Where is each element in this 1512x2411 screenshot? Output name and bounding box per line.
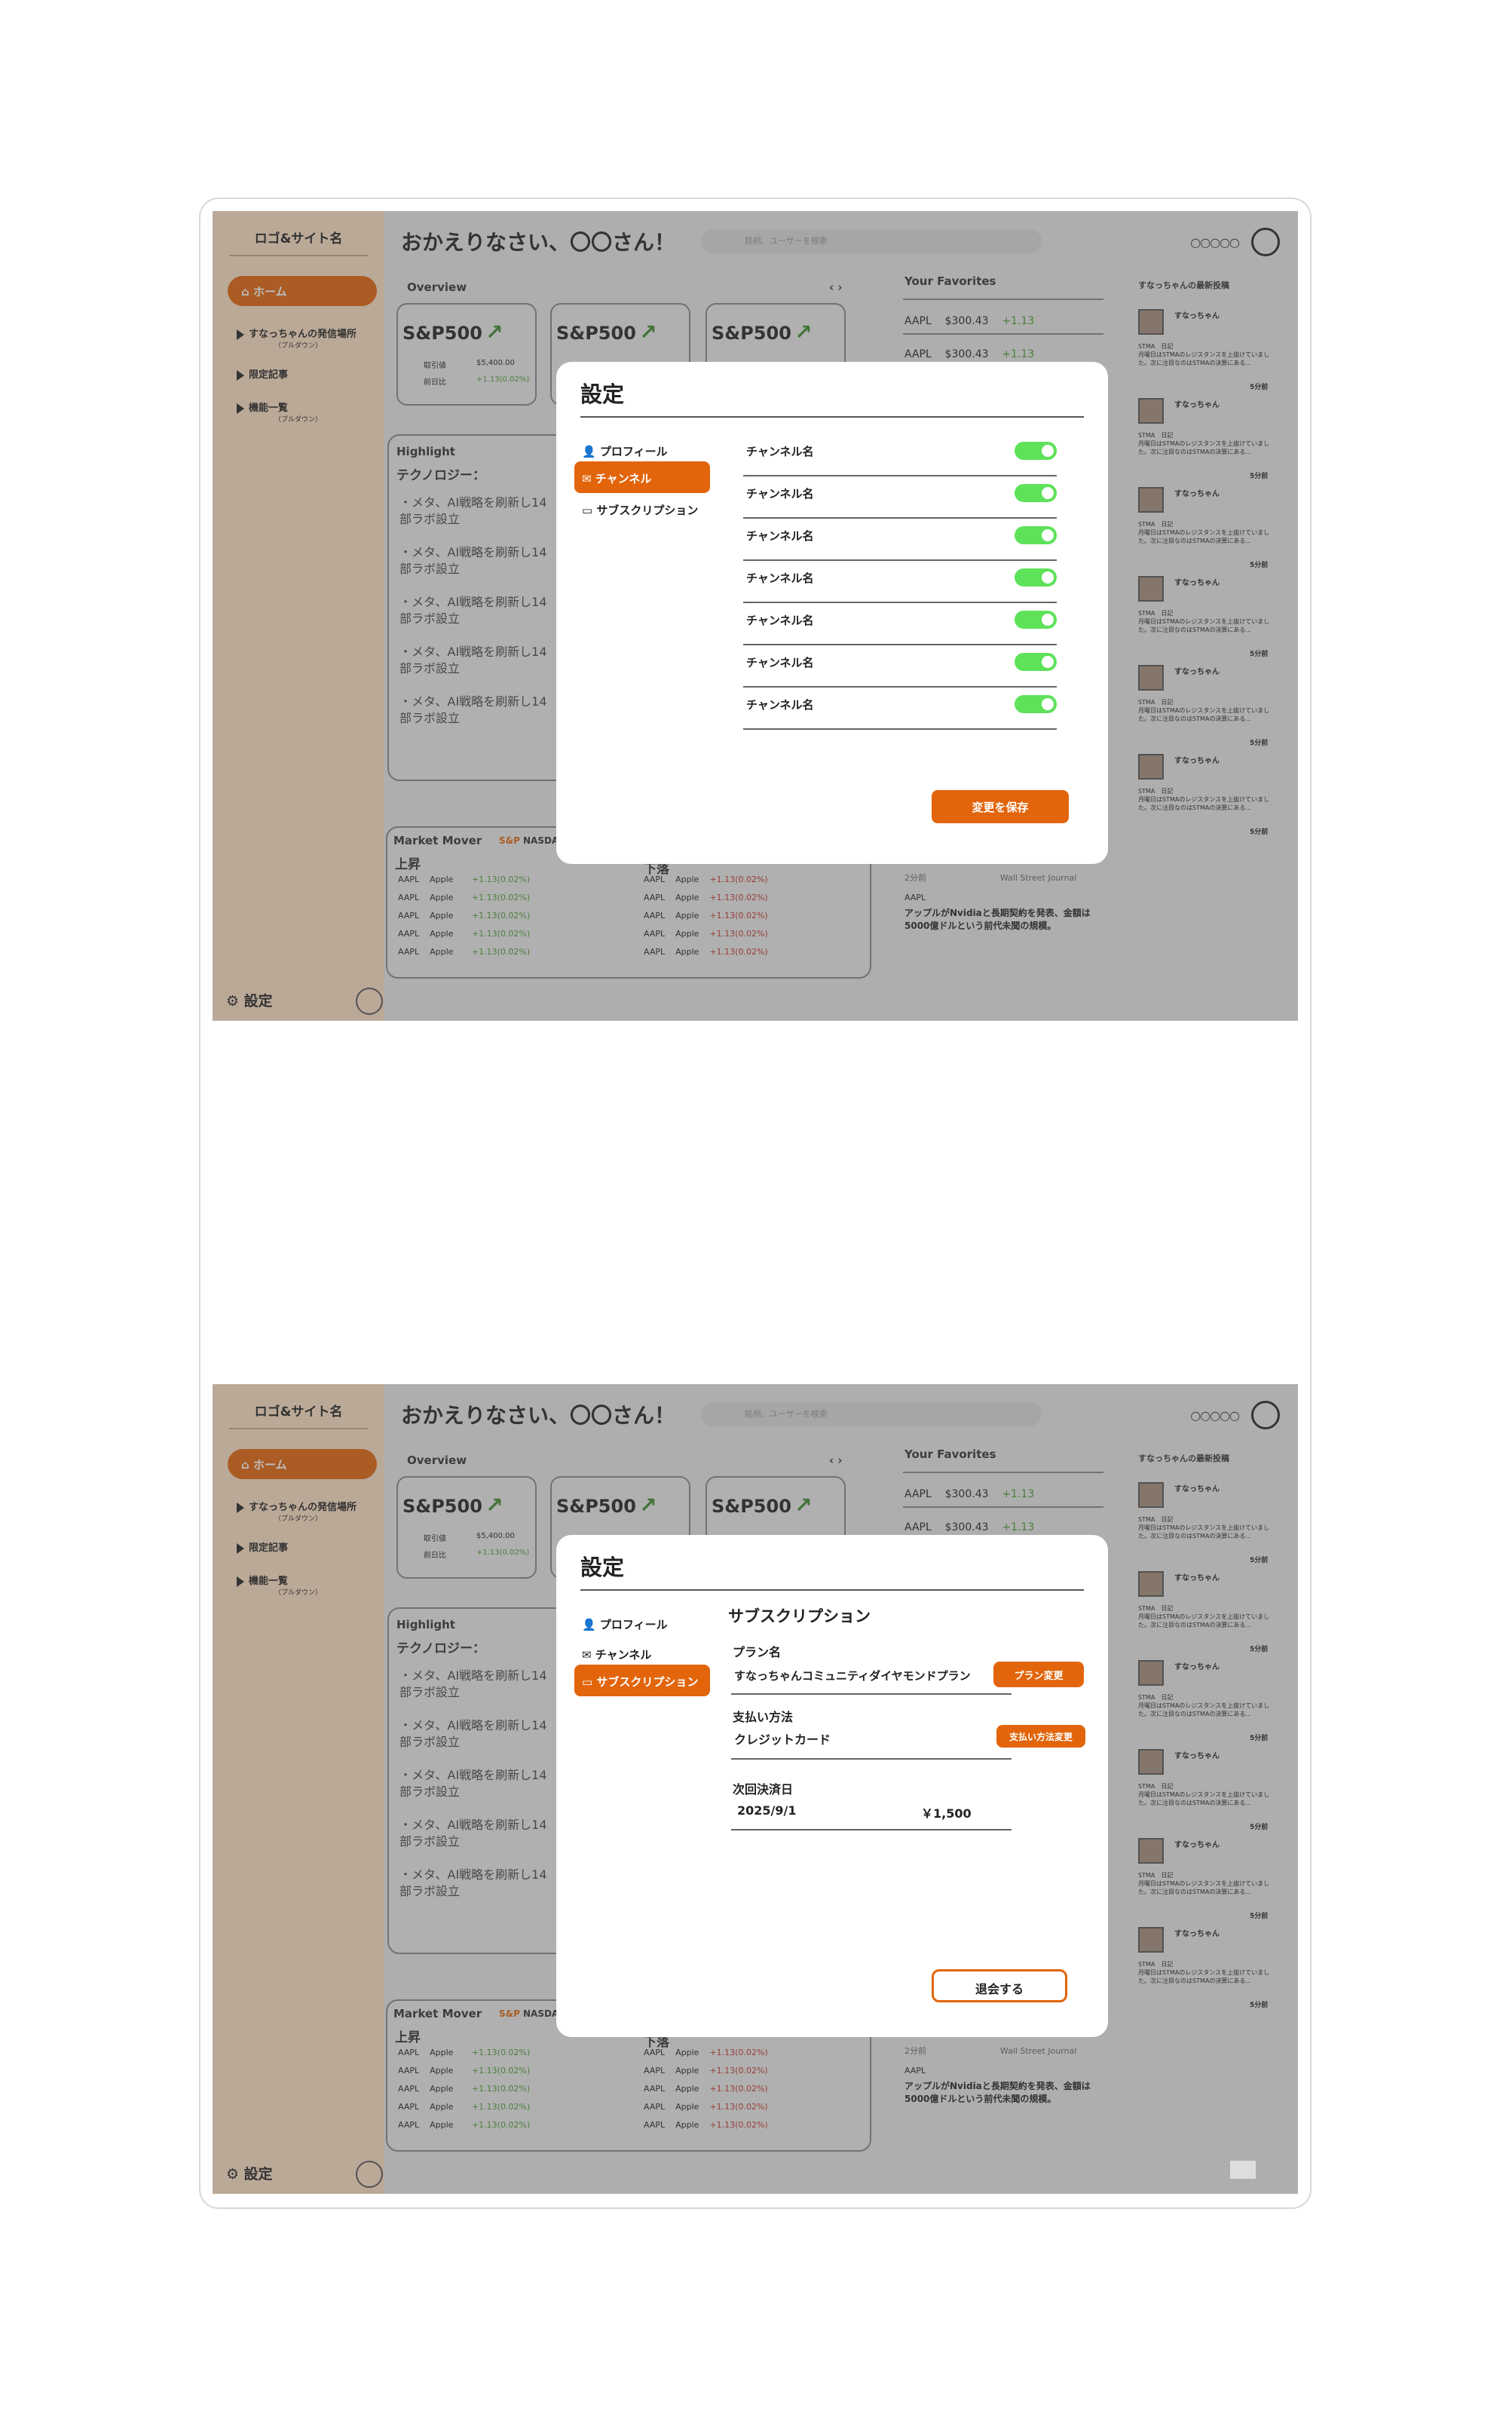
envelope-icon: ✉ bbox=[582, 472, 595, 486]
modal-title: 設定 bbox=[580, 381, 625, 407]
channel-toggle[interactable] bbox=[1015, 442, 1057, 460]
channel-name: チャンネル名 bbox=[746, 529, 814, 543]
channel-toggle[interactable] bbox=[1015, 526, 1057, 544]
channel-row: チャンネル名 bbox=[743, 645, 1057, 688]
screen-subscription-settings: ロゴ&サイト名 ⌂ ホーム すなっちゃんの発信場所 （プルダウン） 限定記事 機能… bbox=[213, 1384, 1298, 2194]
user-icon: 👤 bbox=[582, 1618, 600, 1631]
save-changes-button[interactable]: 変更を保存 bbox=[932, 790, 1069, 823]
channel-name: チャンネル名 bbox=[746, 487, 814, 501]
channel-row: チャンネル名 bbox=[743, 688, 1057, 730]
payment-label: 支払い方法 bbox=[733, 1710, 794, 1724]
channel-toggle[interactable] bbox=[1015, 695, 1057, 713]
card-icon: ▭ bbox=[582, 504, 597, 517]
nav-label: チャンネル bbox=[595, 472, 652, 486]
modal-title: 設定 bbox=[580, 1555, 625, 1580]
next-billing-date: 2025/9/1 bbox=[737, 1803, 797, 1818]
channel-row: チャンネル名 bbox=[743, 603, 1057, 645]
divider bbox=[580, 1589, 1084, 1591]
channel-toggle[interactable] bbox=[1015, 484, 1057, 502]
modal-nav-subscription[interactable]: ▭ サブスクリプション bbox=[574, 1665, 710, 1696]
channel-toggle[interactable] bbox=[1015, 653, 1057, 671]
channel-name: チャンネル名 bbox=[746, 698, 814, 712]
channel-toggle[interactable] bbox=[1015, 568, 1057, 587]
channel-row: チャンネル名 bbox=[743, 561, 1057, 603]
nav-label: サブスクリプション bbox=[596, 504, 699, 517]
divider bbox=[731, 1758, 1012, 1760]
nav-label: サブスクリプション bbox=[596, 1675, 699, 1689]
faded-badge bbox=[1230, 2161, 1256, 2179]
channel-name: チャンネル名 bbox=[746, 445, 814, 458]
next-billing-label: 次回決済日 bbox=[733, 1782, 794, 1797]
settings-modal: 設定 👤 プロフィール ✉ チャンネル ▭ サブスクリプション サブスクリプショ… bbox=[556, 1535, 1108, 2037]
channel-toggle[interactable] bbox=[1015, 611, 1057, 629]
channel-name: チャンネル名 bbox=[746, 614, 814, 627]
channel-row: チャンネル名 bbox=[743, 434, 1057, 476]
modal-nav-profile[interactable]: 👤 プロフィール bbox=[574, 1607, 710, 1639]
nav-label: チャンネル bbox=[595, 1648, 652, 1662]
divider bbox=[731, 1693, 1012, 1695]
screen-channel-settings: ロゴ&サイト名 ⌂ ホーム すなっちゃんの発信場所 （プルダウン） 限定記事 機能… bbox=[213, 211, 1298, 1021]
envelope-icon: ✉ bbox=[582, 1648, 595, 1662]
channel-name: チャンネル名 bbox=[746, 656, 814, 669]
subscription-heading: サブスクリプション bbox=[728, 1607, 871, 1625]
change-payment-button[interactable]: 支払い方法変更 bbox=[996, 1725, 1085, 1748]
channel-row: チャンネル名 bbox=[743, 519, 1057, 561]
modal-nav-channel[interactable]: ✉ チャンネル bbox=[574, 461, 710, 493]
nav-label: プロフィール bbox=[599, 1618, 668, 1631]
plan-value: すなっちゃんコミュニティダイヤモンドプラン bbox=[734, 1669, 971, 1683]
settings-modal: 設定 👤 プロフィール ✉ チャンネル ▭ サブスクリプション チャンネル名 チ… bbox=[556, 362, 1108, 864]
change-plan-button[interactable]: プラン変更 bbox=[993, 1662, 1084, 1687]
plan-label: プラン名 bbox=[733, 1645, 782, 1659]
card-icon: ▭ bbox=[582, 1675, 597, 1689]
user-icon: 👤 bbox=[582, 445, 600, 458]
payment-value: クレジットカード bbox=[734, 1732, 831, 1747]
next-billing-amount: ￥1,500 bbox=[921, 1806, 972, 1821]
divider bbox=[731, 1829, 1012, 1830]
nav-label: プロフィール bbox=[599, 445, 668, 458]
withdraw-button[interactable]: 退会する bbox=[932, 1969, 1067, 2002]
modal-nav-subscription[interactable]: ▭ サブスクリプション bbox=[574, 493, 710, 525]
channel-name: チャンネル名 bbox=[746, 571, 814, 585]
divider bbox=[580, 416, 1084, 418]
channel-row: チャンネル名 bbox=[743, 476, 1057, 519]
